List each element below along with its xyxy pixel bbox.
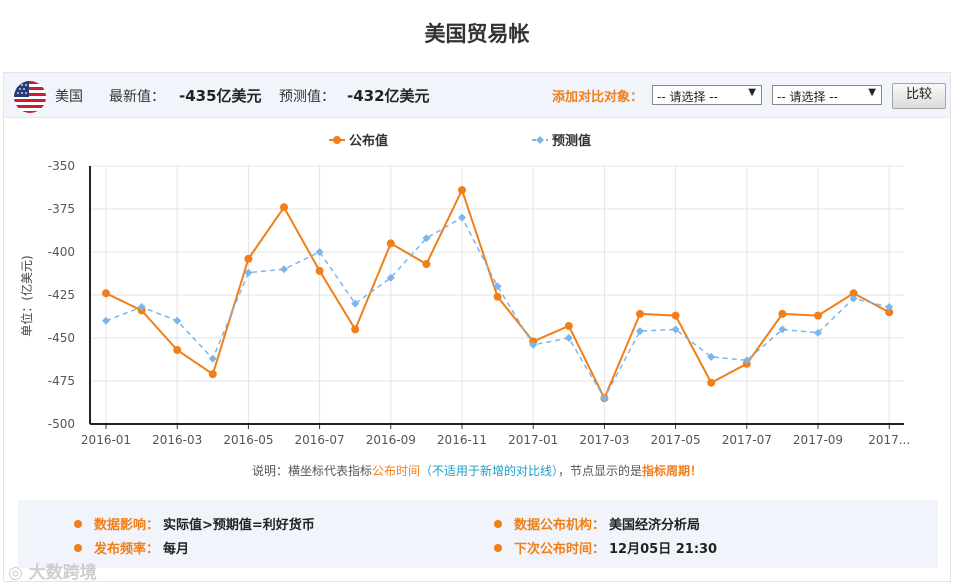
actual-point: [173, 346, 182, 355]
note-exclaim: ！: [690, 464, 703, 478]
y-tick-label: -375: [48, 202, 75, 216]
agency-label: 数据公布机构：: [514, 518, 606, 533]
legend-label: 公布值: [349, 133, 388, 149]
info-frequency: 发布频率： 每月: [74, 538, 189, 557]
note-publish-time: 公布时间: [371, 464, 420, 478]
actual-point: [814, 311, 822, 320]
actual-point: [636, 309, 644, 318]
forecast-point: [280, 265, 288, 274]
indicator-info-panel: 数据影响： 实际值>预期值=利好货币 数据公布机构： 美国经济分析局 发布频率： 每月…: [18, 500, 938, 568]
note-not-applicable: （不适用于新增的对比线）: [419, 464, 558, 478]
x-tick-label: 2017-07: [722, 433, 772, 447]
x-tick-label: 2017-05: [651, 433, 701, 447]
x-tick-label: 2017-09: [793, 433, 843, 447]
y-tick-label: -500: [48, 417, 75, 431]
note-node-desc: ，节点显示的是: [558, 464, 643, 478]
bullet-icon: [74, 544, 82, 552]
watermark-logo: ◎ 大数跨境: [8, 563, 97, 583]
frequency-value: 每月: [163, 542, 190, 557]
actual-point: [422, 260, 431, 269]
legend-marker: [333, 136, 341, 144]
actual-point: [564, 321, 573, 330]
next-release-label: 下次公布时间：: [514, 542, 606, 557]
series-line-forecast: [105, 216, 890, 400]
info-agency: 数据公布机构： 美国经济分析局: [494, 514, 700, 533]
actual-point: [102, 289, 110, 298]
x-tick-label: 2016-11: [437, 433, 487, 447]
impact-value: 实际值>预期值=利好货币: [163, 518, 315, 533]
frequency-label: 发布频率：: [94, 542, 160, 557]
actual-point: [778, 309, 787, 318]
x-tick-label: 2017-01: [508, 433, 558, 447]
actual-point: [244, 254, 253, 263]
y-tick-label: -350: [48, 159, 75, 173]
chart-note: 说明：横坐标代表指标公布时间（不适用于新增的对比线），节点显示的是指标周期！: [0, 462, 954, 479]
actual-point: [493, 292, 502, 301]
next-release-value: 12月05日 21:30: [609, 542, 718, 557]
forecast-point: [458, 213, 466, 222]
info-next-release: 下次公布时间： 12月05日 21:30: [494, 538, 717, 557]
actual-point: [208, 370, 217, 379]
x-tick-label: 2016-09: [366, 433, 416, 447]
actual-point: [315, 266, 324, 275]
actual-point: [671, 311, 680, 320]
x-tick-label: 2017-03: [579, 433, 629, 447]
bullet-icon: [74, 520, 82, 528]
actual-point: [351, 325, 360, 334]
actual-point: [458, 186, 466, 195]
legend-marker: [536, 136, 544, 144]
info-impact: 数据影响： 实际值>预期值=利好货币: [74, 514, 315, 533]
trade-balance-chart: -350 -375 -400 -425 -450 -475 -500 2016-01 2016-…: [19, 133, 910, 447]
actual-point: [280, 203, 288, 212]
note-indicator-period: 指标周期: [642, 464, 691, 478]
forecast-point: [564, 334, 573, 342]
actual-point: [386, 239, 395, 248]
y-tick-label: -425: [48, 288, 75, 302]
actual-point: [707, 378, 716, 387]
forecast-point: [173, 316, 182, 325]
y-axis-title: 单位：(亿美元): [19, 255, 34, 336]
x-tick-label: 2016-07: [295, 433, 345, 447]
y-tick-label: -450: [48, 331, 75, 345]
x-tick-label: 2016-03: [152, 433, 202, 447]
x-tick-label: 2017...: [868, 433, 910, 447]
x-tick-label: 2016-01: [81, 433, 131, 447]
y-tick-label: -400: [48, 245, 75, 259]
bullet-icon: [494, 544, 502, 552]
impact-label: 数据影响：: [94, 518, 160, 533]
x-tick-label: 2016-05: [223, 433, 273, 447]
bullet-icon: [494, 520, 502, 528]
y-tick-label: -475: [48, 374, 75, 388]
legend-label: 预测值: [552, 133, 591, 149]
forecast-point: [636, 327, 644, 336]
agency-value: 美国经济分析局: [609, 518, 701, 533]
forecast-point: [102, 316, 110, 325]
note-prefix: 说明：横坐标代表指标: [251, 464, 372, 478]
forecast-point: [208, 354, 217, 363]
